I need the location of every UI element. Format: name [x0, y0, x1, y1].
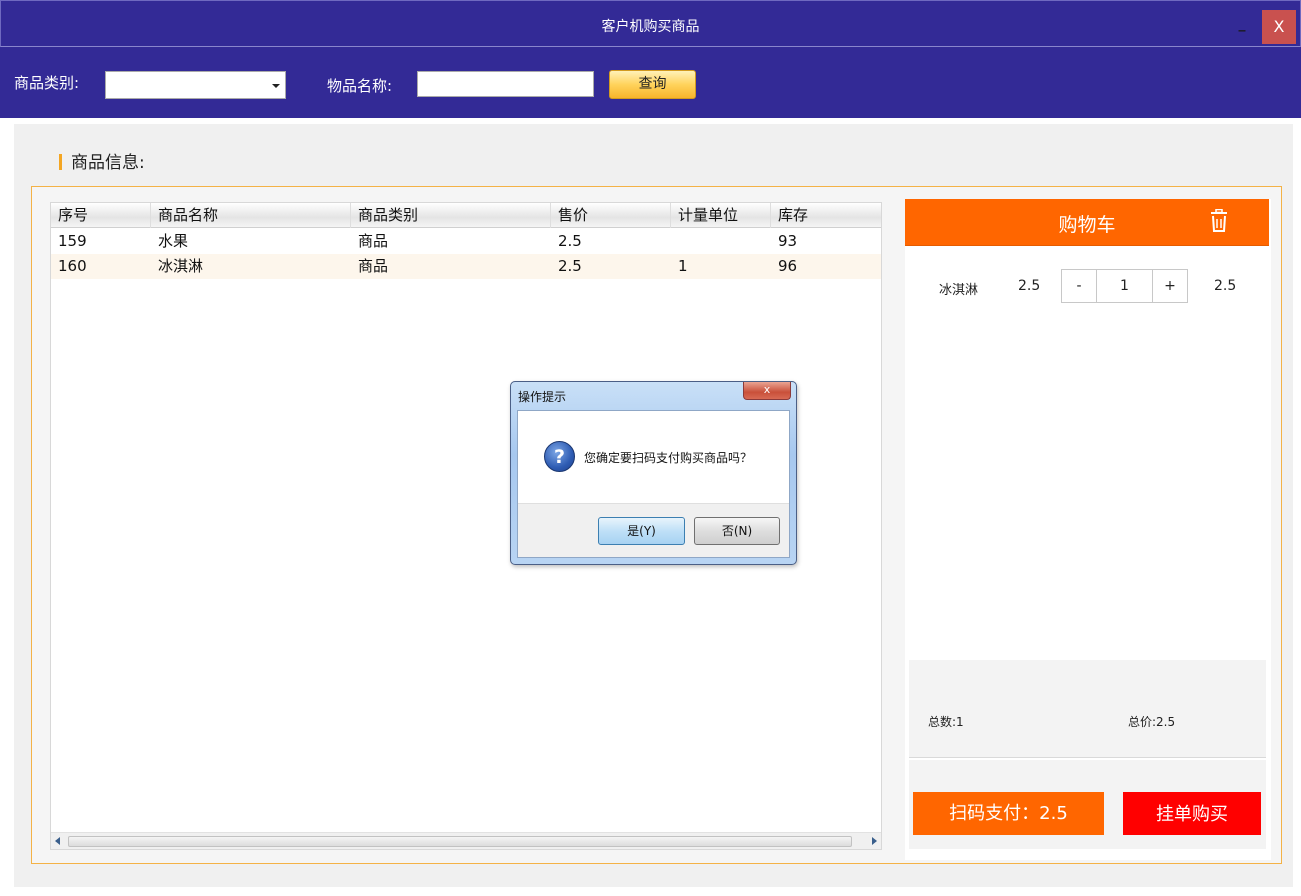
- trash-icon[interactable]: [1208, 208, 1230, 233]
- section-marker: [59, 154, 62, 170]
- scan-pay-button[interactable]: 扫码支付：2.5: [913, 792, 1104, 835]
- dialog-message: 您确定要扫码支付购买商品吗？: [584, 451, 753, 465]
- cell-price: 2.5: [558, 232, 582, 250]
- column-header-name[interactable]: 商品名称: [151, 203, 351, 228]
- shopping-cart: 购物车 冰淇淋 2.5 - 1 + 2.5 总数:1 总价:2.5 扫码支付：2…: [905, 199, 1271, 860]
- cell-category: 商品: [358, 232, 389, 250]
- name-label: 物品名称:: [327, 77, 393, 95]
- query-button[interactable]: 查询: [609, 70, 696, 99]
- category-select[interactable]: [105, 71, 286, 99]
- cart-item-name: 冰淇淋: [939, 283, 979, 298]
- minimize-button[interactable]: _: [1235, 15, 1249, 33]
- section-heading: 商品信息:: [59, 148, 145, 173]
- dialog-body: ? 您确定要扫码支付购买商品吗？ 是(Y) 否(N): [517, 410, 790, 558]
- cart-item-subtotal: 2.5: [1214, 278, 1237, 294]
- cell-unit: 1: [678, 257, 688, 275]
- name-input[interactable]: [417, 71, 594, 97]
- table-row[interactable]: 160 冰淇淋 商品 2.5 1 96: [51, 254, 881, 279]
- cell-unit: [671, 229, 678, 254]
- cart-header: 购物车: [905, 199, 1269, 246]
- search-toolbar: 商品类别: 物品名称: 查询: [0, 47, 1301, 118]
- cell-name: 冰淇淋: [158, 257, 204, 275]
- dialog-message-area: ? 您确定要扫码支付购买商品吗？: [518, 411, 789, 503]
- table-row[interactable]: 159 水果 商品 2.5 93: [51, 229, 881, 254]
- scroll-right-icon[interactable]: [872, 837, 877, 845]
- no-button[interactable]: 否(N): [694, 517, 780, 545]
- title-bar: 客户机购买商品 _ X: [0, 0, 1301, 47]
- cell-name: 水果: [158, 232, 189, 250]
- column-header-stock[interactable]: 库存: [771, 203, 881, 228]
- cart-item: 冰淇淋 2.5 - 1 + 2.5: [905, 269, 1269, 303]
- question-icon: ?: [544, 441, 575, 472]
- cell-price: 2.5: [558, 257, 582, 275]
- column-header-unit[interactable]: 计量单位: [671, 203, 771, 228]
- cell-id: 160: [58, 257, 87, 275]
- hold-order-button[interactable]: 挂单购买: [1123, 792, 1261, 835]
- column-header-category[interactable]: 商品类别: [351, 203, 551, 228]
- cell-stock: 96: [778, 257, 798, 275]
- cell-id: 159: [58, 232, 87, 250]
- cart-actions: 扫码支付：2.5 挂单购买: [909, 760, 1266, 849]
- column-header-id[interactable]: 序号: [51, 203, 151, 228]
- increase-button[interactable]: +: [1152, 270, 1187, 302]
- total-count: 总数:1: [928, 715, 964, 729]
- horizontal-scrollbar[interactable]: [51, 832, 881, 849]
- cart-item-price: 2.5: [1018, 278, 1041, 294]
- chevron-down-icon[interactable]: [272, 84, 280, 88]
- cell-category: 商品: [358, 257, 389, 275]
- scrollbar-thumb[interactable]: [68, 836, 852, 847]
- category-label: 商品类别:: [14, 74, 80, 92]
- yes-button[interactable]: 是(Y): [598, 517, 685, 545]
- cart-summary: 总数:1 总价:2.5: [909, 660, 1266, 758]
- total-price: 总价:2.5: [1128, 715, 1176, 729]
- dialog-close-button[interactable]: x: [743, 382, 791, 400]
- dialog-buttons: 是(Y) 否(N): [518, 503, 789, 557]
- close-button[interactable]: X: [1262, 10, 1296, 44]
- section-title: 商品信息:: [71, 153, 145, 173]
- dialog-title: 操作提示: [518, 390, 567, 404]
- scroll-left-icon[interactable]: [55, 837, 60, 845]
- quantity-field[interactable]: 1: [1098, 270, 1151, 302]
- cell-stock: 93: [778, 232, 798, 250]
- confirm-dialog: 操作提示 x ? 您确定要扫码支付购买商品吗？ 是(Y) 否(N): [510, 381, 797, 565]
- column-header-price[interactable]: 售价: [551, 203, 671, 228]
- window-title: 客户机购买商品: [601, 19, 700, 35]
- decrease-button[interactable]: -: [1062, 270, 1097, 302]
- quantity-stepper: - 1 +: [1061, 269, 1188, 303]
- table-header: 序号 商品名称 商品类别 售价 计量单位 库存: [51, 203, 881, 228]
